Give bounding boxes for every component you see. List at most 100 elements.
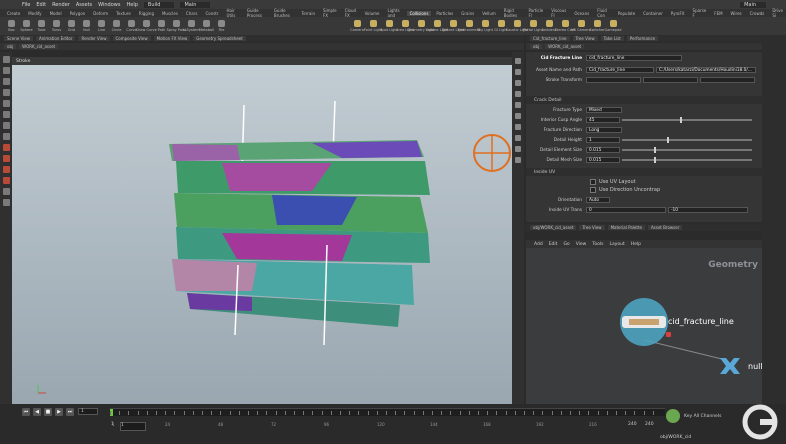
pane-tab[interactable]: Tree View <box>572 36 598 41</box>
key-channels-label[interactable]: Key All Channels <box>684 414 721 419</box>
current-frame-field[interactable]: 1 <box>78 408 98 415</box>
param-field[interactable]: 0.015 <box>586 147 620 153</box>
fractured-planks[interactable] <box>169 140 430 327</box>
light-tool[interactable]: Gamepad <box>605 17 622 35</box>
pane-tab[interactable]: Tree View <box>579 225 605 230</box>
light-tool[interactable]: Point Light <box>364 17 382 35</box>
inside-uv-trans-x[interactable]: 0 <box>586 207 666 213</box>
light-tool[interactable]: GI Light <box>493 17 509 35</box>
orientation-menu[interactable]: Auto <box>586 197 610 203</box>
shelf-tool[interactable]: Circle <box>109 17 124 35</box>
shelf-tool[interactable]: Box <box>4 17 19 35</box>
shelf-tab[interactable]: Rigging <box>136 11 157 16</box>
camera-icon[interactable] <box>2 199 10 206</box>
menu-help[interactable]: Help <box>126 2 137 8</box>
shelf-tool[interactable]: Grid <box>64 17 79 35</box>
pane-tab[interactable]: Asset Browser <box>647 225 683 230</box>
shelf-tool[interactable]: Torus <box>49 17 64 35</box>
path-obj[interactable]: obj <box>4 44 17 49</box>
param-menu[interactable]: Long <box>586 127 622 133</box>
shelf-tab[interactable]: Volume <box>362 11 383 16</box>
light-tool[interactable]: Volume Light <box>426 17 448 35</box>
light-icon[interactable] <box>515 91 521 97</box>
ghost-icon[interactable] <box>515 102 521 108</box>
shelf-tool[interactable]: File <box>214 17 229 35</box>
transform-gizmo[interactable] <box>473 134 511 172</box>
hda-node[interactable] <box>620 298 668 346</box>
slider-handle[interactable] <box>679 117 682 123</box>
slider-handle[interactable] <box>654 157 656 163</box>
shelf-tool[interactable]: Spray Paint <box>167 17 186 35</box>
shelf-tab[interactable]: Grains <box>458 11 477 16</box>
light-tool[interactable]: Caustic Light <box>506 17 528 35</box>
shelf-tool[interactable]: Tube <box>34 17 49 35</box>
shelf-tab[interactable]: Crowds <box>747 11 768 16</box>
asset-name-field[interactable]: Cid_fracture_line <box>586 67 654 73</box>
shelf-tab[interactable]: Muscles <box>159 11 181 16</box>
param-field[interactable]: 0.015 <box>586 157 620 163</box>
shelf-tab[interactable]: FEM <box>711 11 725 16</box>
shelf-tab[interactable]: Deform <box>90 11 111 16</box>
render-icon[interactable] <box>2 188 10 195</box>
pane-tab[interactable]: Take List <box>600 36 624 41</box>
shelf-tab[interactable]: Collisions <box>406 10 432 16</box>
stroke-transform-y[interactable] <box>643 77 698 83</box>
fracture-geometry[interactable] <box>12 65 512 404</box>
snap-point-icon[interactable] <box>2 177 10 184</box>
shelf-tab[interactable]: Oceans <box>571 11 592 16</box>
build-desktop-menu[interactable]: Build <box>143 1 175 8</box>
shaded-icon[interactable] <box>515 80 521 86</box>
pane-tab[interactable]: Motion FX View <box>153 36 191 41</box>
select-icon[interactable] <box>2 56 10 63</box>
end-frame-button[interactable]: ⏭ <box>66 408 74 416</box>
stroke-transform-z[interactable] <box>700 77 755 83</box>
param-slider[interactable] <box>622 157 752 163</box>
uv-direction-check[interactable]: Use Direction Uncontrap <box>590 186 660 194</box>
param-path-obj[interactable]: obj <box>530 44 543 49</box>
light-tool[interactable]: Ambient <box>541 17 557 35</box>
shelf-tab[interactable]: Modify <box>25 11 44 16</box>
shelf-tab[interactable]: Container <box>640 11 666 16</box>
shelf-tab[interactable]: Model <box>47 11 65 16</box>
camera-view-icon[interactable] <box>515 146 521 152</box>
param-slider[interactable] <box>622 147 752 153</box>
shelf-tool[interactable]: Sphere <box>19 17 34 35</box>
shelf-tab[interactable]: Chars <box>183 11 201 16</box>
null-node[interactable] <box>720 358 740 374</box>
param-path-asset[interactable]: WORK_cid_asset <box>545 44 585 49</box>
shelf-tab[interactable]: Polygon <box>67 11 89 16</box>
brush-icon[interactable] <box>2 133 10 140</box>
rotate-icon[interactable] <box>2 78 10 85</box>
stroke-transform-x[interactable] <box>586 77 641 83</box>
handle-icon[interactable] <box>2 100 10 107</box>
pane-tab[interactable]: Cid_fracture_line <box>530 36 570 41</box>
move-icon[interactable] <box>2 67 10 74</box>
menu-edit[interactable]: Edit <box>36 2 46 8</box>
light-tool[interactable]: Stereo Cam <box>555 17 575 35</box>
light-tool[interactable]: VR Camera <box>571 17 591 35</box>
shelf-tool[interactable]: L-System <box>183 17 200 35</box>
shelf-tool[interactable]: Line <box>94 17 109 35</box>
pose-icon[interactable] <box>2 111 10 118</box>
pane-tab[interactable]: Scene View <box>4 36 33 41</box>
param-slider[interactable] <box>622 137 752 143</box>
points-icon[interactable] <box>515 113 521 119</box>
param-slider[interactable] <box>622 117 752 123</box>
scale-icon[interactable] <box>2 89 10 96</box>
pane-tab[interactable]: Animation Editor <box>35 36 76 41</box>
pane-tab[interactable]: Performance <box>626 36 659 41</box>
path-asset[interactable]: WORK_cid_asset <box>19 44 59 49</box>
light-tool[interactable]: Camera <box>349 17 365 35</box>
slider-handle[interactable] <box>666 137 669 143</box>
light-tool[interactable]: Sky Light <box>477 17 493 35</box>
grid-icon[interactable] <box>515 135 521 141</box>
pane-tab[interactable]: obj/WORK_cid_asset <box>530 225 577 230</box>
pane-tab[interactable]: Composite View <box>112 36 151 41</box>
view-icon[interactable] <box>2 122 10 129</box>
pane-tab[interactable]: Material Palette <box>607 225 645 230</box>
shelf-tool[interactable]: Path <box>154 17 169 35</box>
shelf-tab[interactable]: Create <box>4 11 23 16</box>
slider-handle[interactable] <box>654 147 656 153</box>
light-tool[interactable]: Switcher <box>589 17 605 35</box>
inside-uv-trans-y[interactable]: -10 <box>668 207 748 213</box>
